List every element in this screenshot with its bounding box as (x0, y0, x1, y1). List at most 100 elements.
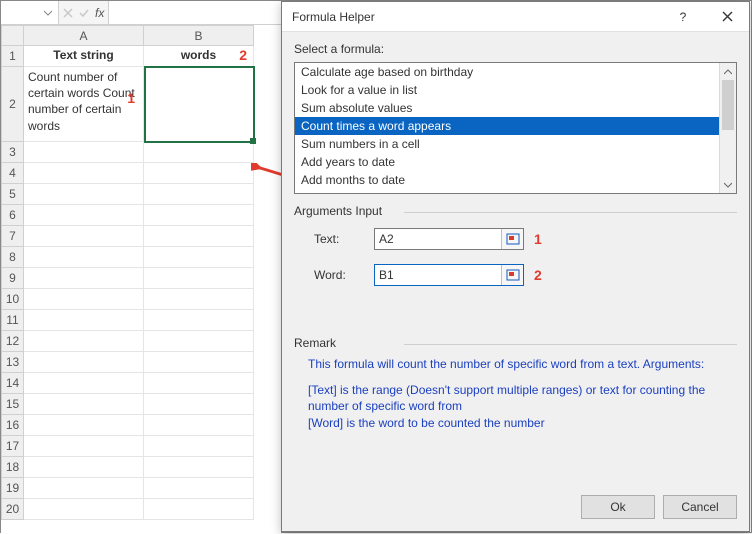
cell[interactable] (144, 268, 254, 289)
row-header[interactable]: 12 (2, 331, 24, 352)
cell[interactable] (24, 478, 144, 499)
row-header[interactable]: 10 (2, 289, 24, 310)
row-header[interactable]: 15 (2, 394, 24, 415)
cancel-button[interactable]: Cancel (663, 495, 737, 519)
cell[interactable] (144, 184, 254, 205)
remark-text: This formula will count the number of sp… (294, 356, 737, 431)
grid[interactable]: A B 1 Text string words 2 2 Count number… (1, 25, 281, 520)
cell[interactable] (144, 394, 254, 415)
formula-input[interactable] (109, 1, 281, 24)
cell[interactable] (24, 226, 144, 247)
cell-text: Text string (53, 48, 113, 62)
formula-list-item[interactable]: Look for a value in list (295, 81, 719, 99)
arg-text-input[interactable]: A2 (374, 228, 524, 250)
remark-group-label: Remark (294, 336, 737, 350)
dialog-titlebar[interactable]: Formula Helper ? (282, 2, 749, 32)
row-header[interactable]: 17 (2, 436, 24, 457)
cell[interactable] (144, 205, 254, 226)
arg-word-input[interactable]: B1 (374, 264, 524, 286)
cell-a2[interactable]: Count number of certain words Count numb… (24, 67, 144, 142)
cell[interactable] (144, 352, 254, 373)
row-header[interactable]: 14 (2, 373, 24, 394)
cell[interactable] (24, 499, 144, 520)
row-header[interactable]: 20 (2, 499, 24, 520)
cell[interactable] (144, 415, 254, 436)
cell[interactable] (24, 184, 144, 205)
cell[interactable] (24, 352, 144, 373)
cell[interactable] (24, 247, 144, 268)
formula-list-item[interactable]: Add years to date (295, 153, 719, 171)
cell[interactable] (144, 226, 254, 247)
row-header[interactable]: 2 (2, 67, 24, 142)
row-header[interactable]: 3 (2, 142, 24, 163)
cell[interactable] (24, 268, 144, 289)
cell[interactable] (24, 163, 144, 184)
cell[interactable] (24, 289, 144, 310)
formula-list-item[interactable]: Add days to date (295, 189, 719, 193)
row-header[interactable]: 16 (2, 415, 24, 436)
formula-list-item[interactable]: Count times a word appears (295, 117, 719, 135)
help-button[interactable]: ? (661, 2, 705, 32)
scroll-track[interactable] (720, 80, 736, 176)
cell[interactable] (144, 478, 254, 499)
formula-list-item[interactable]: Sum numbers in a cell (295, 135, 719, 153)
range-picker-button[interactable] (501, 229, 523, 249)
close-button[interactable] (705, 2, 749, 32)
cancel-formula-icon[interactable] (63, 8, 73, 18)
cell[interactable] (24, 394, 144, 415)
cell[interactable] (24, 457, 144, 478)
scroll-up-button[interactable] (720, 63, 736, 80)
cell[interactable] (24, 373, 144, 394)
row-header[interactable]: 11 (2, 310, 24, 331)
select-all-corner[interactable] (2, 26, 24, 46)
spreadsheet-area: fx A B 1 Text string words 2 2 Count (1, 1, 281, 534)
cell[interactable] (144, 289, 254, 310)
cell[interactable] (144, 163, 254, 184)
cell[interactable] (144, 247, 254, 268)
cell[interactable] (144, 499, 254, 520)
ok-button[interactable]: Ok (581, 495, 655, 519)
cell[interactable] (144, 436, 254, 457)
formula-listbox[interactable]: Calculate age based on birthdayLook for … (294, 62, 737, 194)
formula-list-item[interactable]: Calculate age based on birthday (295, 63, 719, 81)
column-header-b[interactable]: B (144, 26, 254, 46)
row-header[interactable]: 13 (2, 352, 24, 373)
fx-label[interactable]: fx (95, 6, 104, 20)
help-icon: ? (680, 10, 687, 24)
cell-a1[interactable]: Text string (24, 46, 144, 67)
accept-formula-icon[interactable] (79, 8, 89, 18)
row-header[interactable]: 5 (2, 184, 24, 205)
row-header[interactable]: 9 (2, 268, 24, 289)
cell[interactable] (144, 142, 254, 163)
row-header[interactable]: 8 (2, 247, 24, 268)
row-header[interactable]: 4 (2, 163, 24, 184)
formula-list-item[interactable]: Add months to date (295, 171, 719, 189)
scrollbar[interactable] (719, 63, 736, 193)
cell-b2[interactable] (144, 67, 254, 142)
cell-b1[interactable]: words 2 (144, 46, 254, 67)
formula-list-item[interactable]: Sum absolute values (295, 99, 719, 117)
remark-line: [Word] is the word to be counted the num… (308, 415, 729, 431)
arguments-group-label: Arguments Input (294, 204, 737, 218)
cell[interactable] (24, 205, 144, 226)
formula-helper-dialog: Formula Helper ? Select a formula: Calcu… (281, 1, 750, 532)
row-header[interactable]: 18 (2, 457, 24, 478)
cell[interactable] (24, 331, 144, 352)
row-header[interactable]: 19 (2, 478, 24, 499)
cell[interactable] (24, 142, 144, 163)
row-header[interactable]: 6 (2, 205, 24, 226)
scroll-down-button[interactable] (720, 176, 736, 193)
range-picker-button[interactable] (501, 265, 523, 285)
scroll-thumb[interactable] (722, 80, 734, 130)
name-box[interactable] (1, 1, 59, 24)
cell[interactable] (144, 457, 254, 478)
row-header[interactable]: 1 (2, 46, 24, 67)
cell[interactable] (144, 373, 254, 394)
column-header-a[interactable]: A (24, 26, 144, 46)
cell[interactable] (144, 310, 254, 331)
cell[interactable] (24, 436, 144, 457)
cell[interactable] (144, 331, 254, 352)
cell[interactable] (24, 310, 144, 331)
row-header[interactable]: 7 (2, 226, 24, 247)
cell[interactable] (24, 415, 144, 436)
